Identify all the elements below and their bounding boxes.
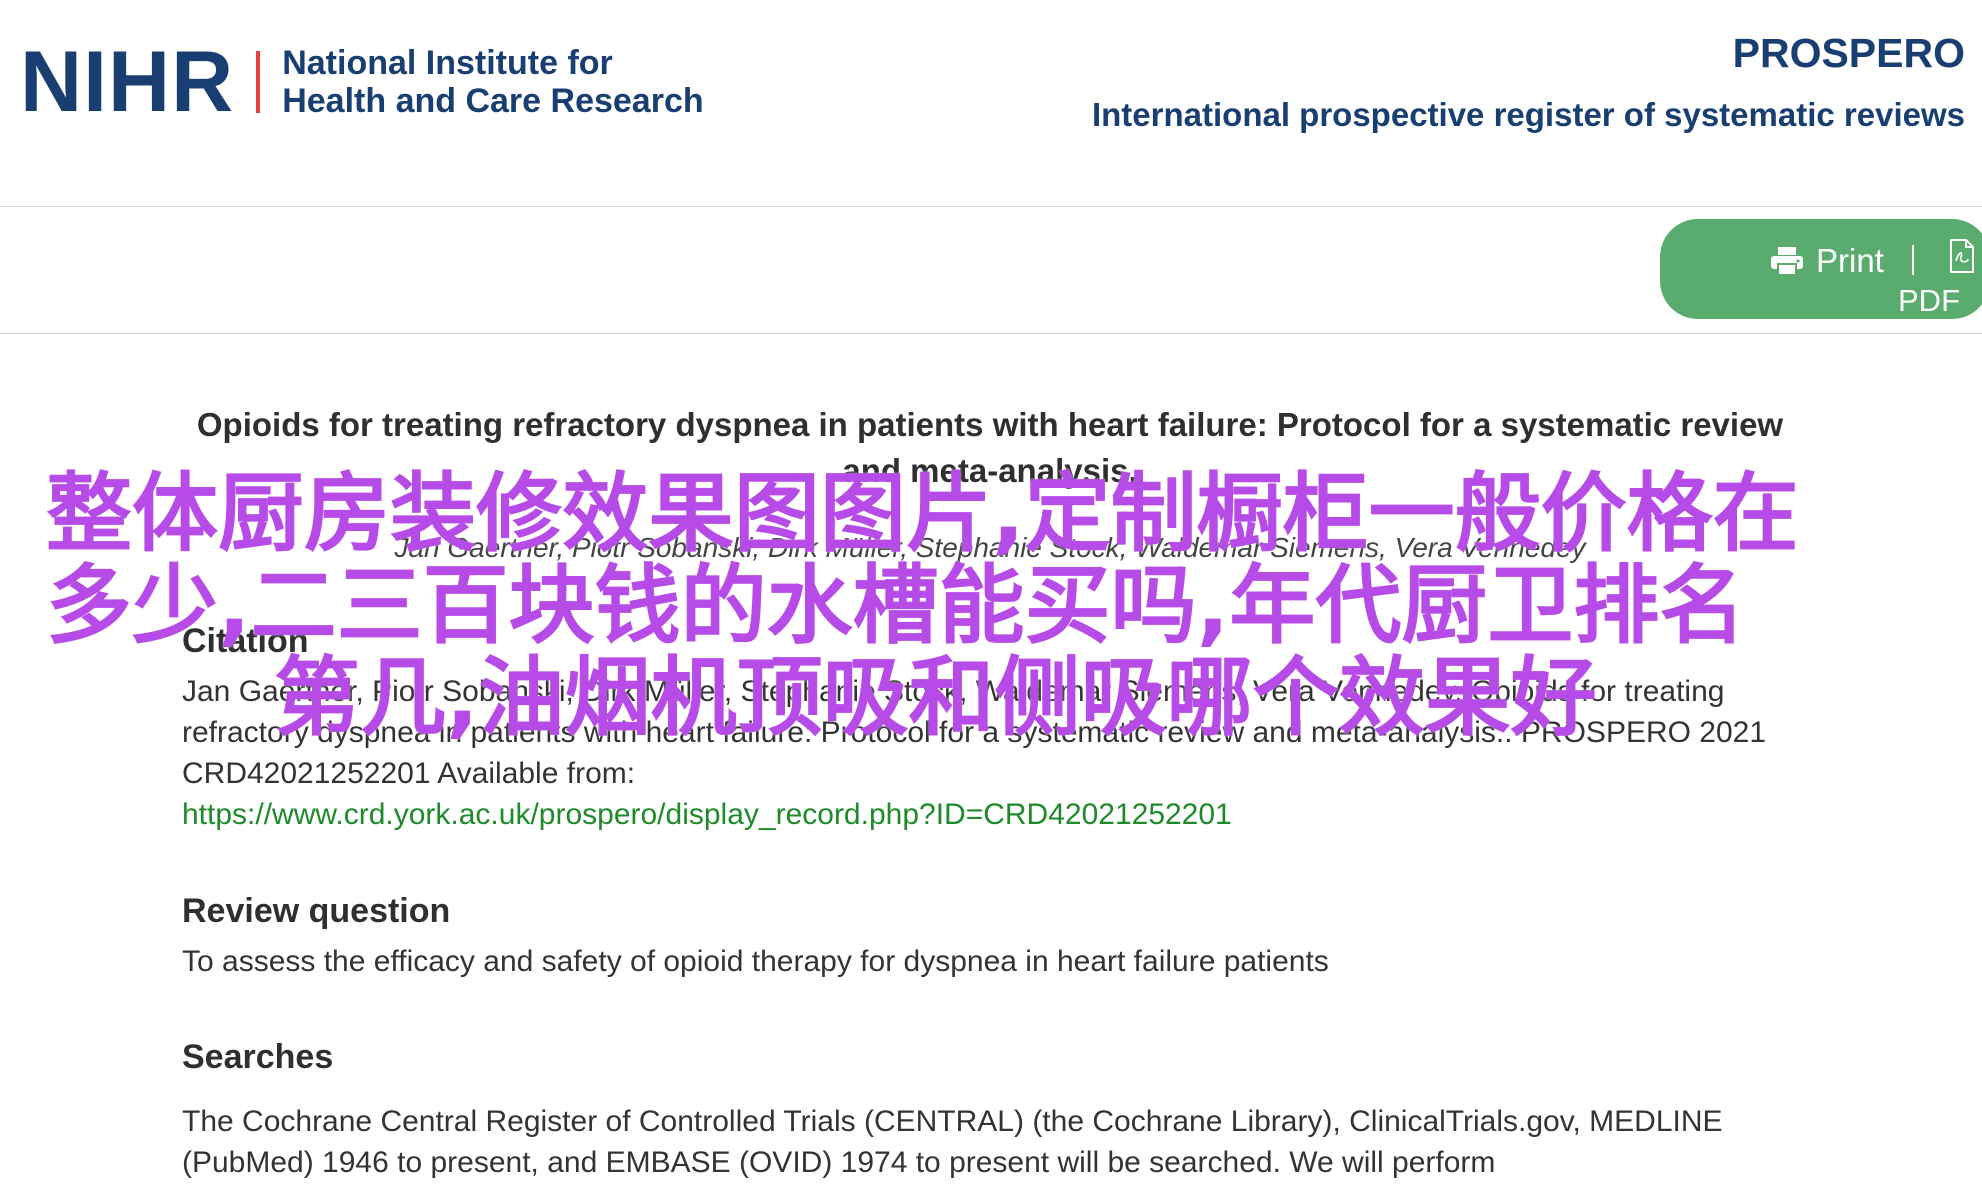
- searches-section: Searches The Cochrane Central Register o…: [182, 1038, 1822, 1183]
- record-authors: Jan Gaertner, Piotr Sobanski, Dirk Mülle…: [394, 532, 1586, 563]
- site-title[interactable]: PROSPERO: [1733, 30, 1965, 77]
- printer-icon: [1771, 247, 1803, 276]
- logo-divider: [256, 51, 261, 113]
- review-question-section: Review question To assess the efficacy a…: [182, 892, 1822, 982]
- logo-abbrev: NIHR: [20, 34, 235, 130]
- citation-heading: Citation: [182, 622, 309, 660]
- citation-text: Jan Gaertner, Piotr Sobanski, Dirk Mülle…: [182, 675, 1767, 790]
- nihr-logo[interactable]: NIHR National Institute for Health and C…: [20, 34, 704, 130]
- review-question-heading: Review question: [182, 892, 451, 930]
- logo-name-line1: National Institute for: [282, 44, 613, 82]
- record-title: Opioids for treating refractory dyspnea …: [196, 406, 1784, 489]
- searches-text: The Cochrane Central Register of Control…: [182, 1105, 1723, 1179]
- print-pdf-pill: Print PDF: [1660, 219, 1982, 319]
- logo-name-line2: Health and Care Research: [282, 82, 704, 120]
- print-button[interactable]: Print: [1770, 241, 1884, 281]
- record-toolbar: Print PDF: [0, 207, 1982, 334]
- site-subtitle: International prospective register of sy…: [1091, 96, 1965, 133]
- citation-section: Citation Jan Gaertner, Piotr Sobanski, D…: [182, 622, 1822, 835]
- toolbar-separator: [1912, 245, 1914, 275]
- citation-link[interactable]: https://www.crd.york.ac.uk/prospero/disp…: [182, 798, 1232, 831]
- site-header: NIHR National Institute for Health and C…: [0, 0, 1982, 207]
- print-label: Print: [1816, 242, 1884, 279]
- review-question-text: To assess the efficacy and safety of opi…: [182, 945, 1329, 978]
- pdf-button[interactable]: PDF: [1898, 283, 1960, 319]
- page: NIHR National Institute for Health and C…: [0, 0, 1982, 1196]
- logo-name: National Institute for Health and Care R…: [282, 44, 703, 120]
- pdf-file-icon[interactable]: [1950, 239, 1974, 273]
- searches-heading: Searches: [182, 1038, 334, 1076]
